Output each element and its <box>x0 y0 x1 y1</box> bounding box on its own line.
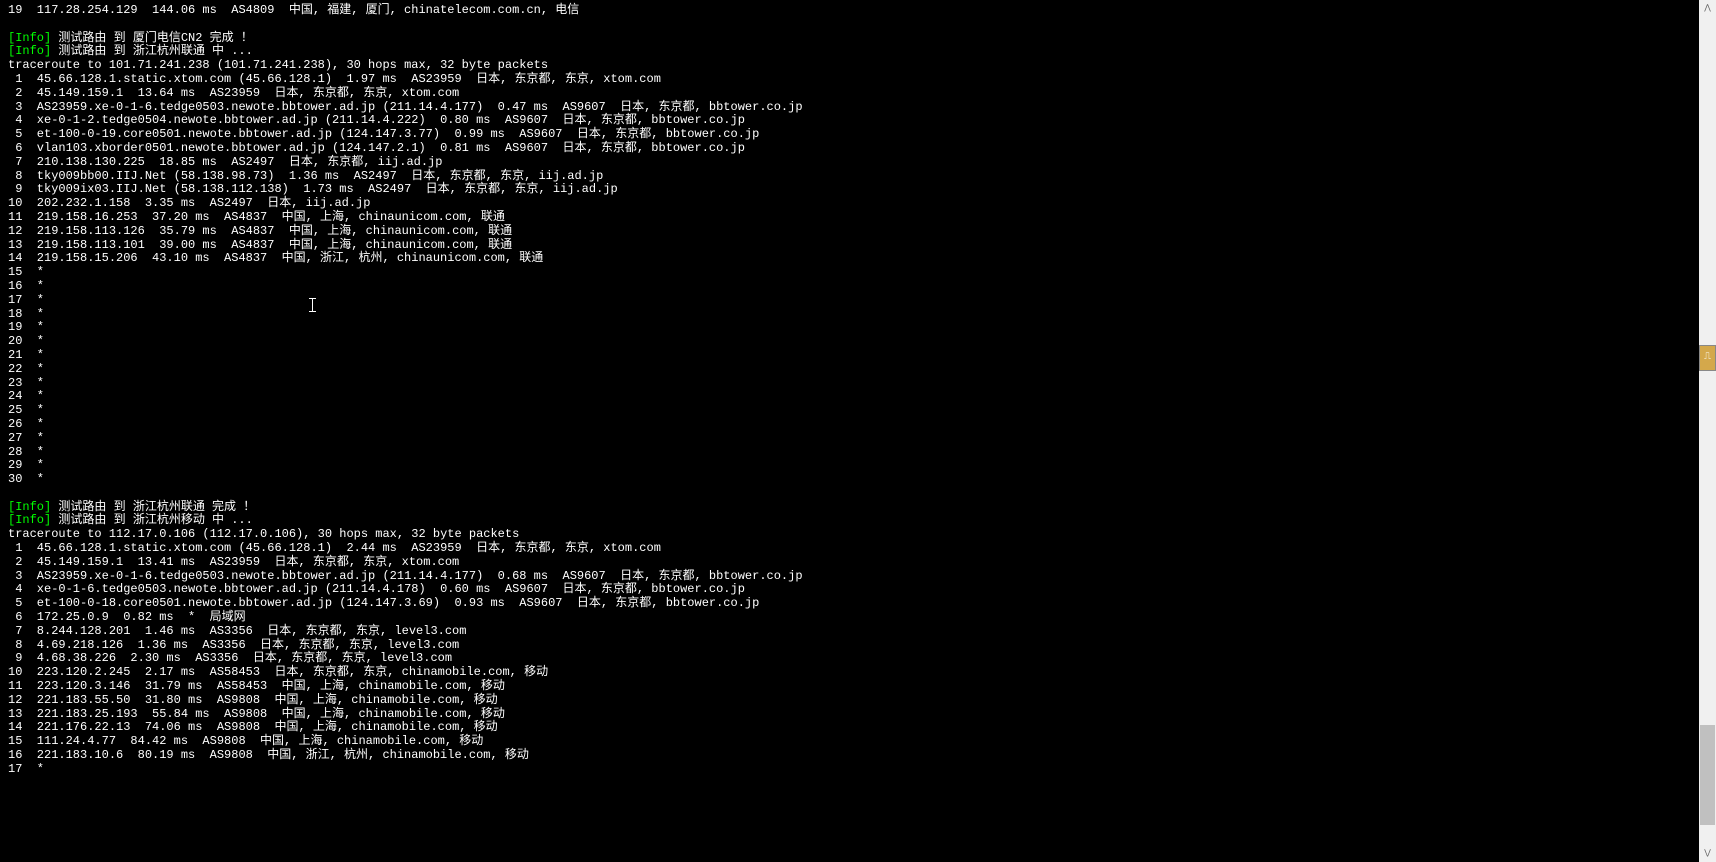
terminal-line: 15 * <box>8 266 1708 280</box>
terminal-line: 1 45.66.128.1.static.xtom.com (45.66.128… <box>8 542 1708 556</box>
terminal-line: 5 et-100-0-19.core0501.newote.bbtower.ad… <box>8 128 1708 142</box>
terminal-line: 14 219.158.15.206 43.10 ms AS4837 中国, 浙江… <box>8 252 1708 266</box>
terminal-line: 16 * <box>8 280 1708 294</box>
terminal-line: 16 221.183.10.6 80.19 ms AS9808 中国, 浙江, … <box>8 749 1708 763</box>
terminal-line: 18 * <box>8 308 1708 322</box>
terminal-line: 12 219.158.113.126 35.79 ms AS4837 中国, 上… <box>8 225 1708 239</box>
terminal-line: 6 172.25.0.9 0.82 ms * 局域网 <box>8 611 1708 625</box>
terminal-line <box>8 18 1708 32</box>
terminal-line: 27 * <box>8 432 1708 446</box>
terminal-line: 23 * <box>8 377 1708 391</box>
info-text: 测试路由 到 厦门电信CN2 完成 ！ <box>51 31 253 45</box>
terminal-line: 25 * <box>8 404 1708 418</box>
terminal-line: 19 * <box>8 321 1708 335</box>
terminal-line: 30 * <box>8 473 1708 487</box>
scrollbar-up-arrow-icon[interactable]: ⋀ <box>1699 0 1716 17</box>
terminal-line: traceroute to 101.71.241.238 (101.71.241… <box>8 59 1708 73</box>
info-tag: [Info] <box>8 44 51 58</box>
terminal-line: 21 * <box>8 349 1708 363</box>
info-text: 测试路由 到 浙江杭州联通 中 ... <box>51 44 253 58</box>
terminal-line: [Info] 测试路由 到 浙江杭州联通 完成 ！ <box>8 501 1708 515</box>
info-tag: [Info] <box>8 500 51 514</box>
terminal-line: 12 221.183.55.50 31.80 ms AS9808 中国, 上海,… <box>8 694 1708 708</box>
terminal-line: 11 223.120.3.146 31.79 ms AS58453 中国, 上海… <box>8 680 1708 694</box>
info-tag: [Info] <box>8 31 51 45</box>
terminal-line: [Info] 测试路由 到 浙江杭州移动 中 ... <box>8 514 1708 528</box>
vertical-scrollbar[interactable]: ⋀ ⋁ <box>1699 0 1716 862</box>
info-tag: [Info] <box>8 513 51 527</box>
terminal-line: 6 vlan103.xborder0501.newote.bbtower.ad.… <box>8 142 1708 156</box>
usb-device-icon[interactable]: ⎍ <box>1699 345 1716 371</box>
info-text: 测试路由 到 浙江杭州联通 完成 ！ <box>51 500 255 514</box>
terminal-line: 7 8.244.128.201 1.46 ms AS3356 日本, 东京都, … <box>8 625 1708 639</box>
terminal-line: 22 * <box>8 363 1708 377</box>
terminal-line: traceroute to 112.17.0.106 (112.17.0.106… <box>8 528 1708 542</box>
info-text: 测试路由 到 浙江杭州移动 中 ... <box>51 513 253 527</box>
terminal-line: 20 * <box>8 335 1708 349</box>
scrollbar-track[interactable] <box>1699 17 1716 845</box>
terminal-line: 19 117.28.254.129 144.06 ms AS4809 中国, 福… <box>8 4 1708 18</box>
terminal-line: 1 45.66.128.1.static.xtom.com (45.66.128… <box>8 73 1708 87</box>
terminal-line: 15 111.24.4.77 84.42 ms AS9808 中国, 上海, c… <box>8 735 1708 749</box>
terminal-line: 2 45.149.159.1 13.41 ms AS23959 日本, 东京都,… <box>8 556 1708 570</box>
terminal-line: 7 210.138.130.225 18.85 ms AS2497 日本, 东京… <box>8 156 1708 170</box>
terminal-line: [Info] 测试路由 到 厦门电信CN2 完成 ！ <box>8 32 1708 46</box>
terminal-line: 5 et-100-0-18.core0501.newote.bbtower.ad… <box>8 597 1708 611</box>
terminal-line: 17 * <box>8 763 1708 777</box>
terminal-line: 10 202.232.1.158 3.35 ms AS2497 日本, iij.… <box>8 197 1708 211</box>
terminal-output[interactable]: 19 117.28.254.129 144.06 ms AS4809 中国, 福… <box>8 4 1708 777</box>
scrollbar-thumb[interactable] <box>1700 725 1715 825</box>
terminal-line: 11 219.158.16.253 37.20 ms AS4837 中国, 上海… <box>8 211 1708 225</box>
terminal-line: 10 223.120.2.245 2.17 ms AS58453 日本, 东京都… <box>8 666 1708 680</box>
terminal-line: 17 * <box>8 294 1708 308</box>
terminal-line: 29 * <box>8 459 1708 473</box>
terminal-line: 24 * <box>8 390 1708 404</box>
text-cursor <box>312 298 313 312</box>
terminal-line: 28 * <box>8 446 1708 460</box>
terminal-line <box>8 487 1708 501</box>
scrollbar-down-arrow-icon[interactable]: ⋁ <box>1699 845 1716 862</box>
terminal-line: [Info] 测试路由 到 浙江杭州联通 中 ... <box>8 45 1708 59</box>
terminal-line: 26 * <box>8 418 1708 432</box>
terminal-line: 2 45.149.159.1 13.64 ms AS23959 日本, 东京都,… <box>8 87 1708 101</box>
